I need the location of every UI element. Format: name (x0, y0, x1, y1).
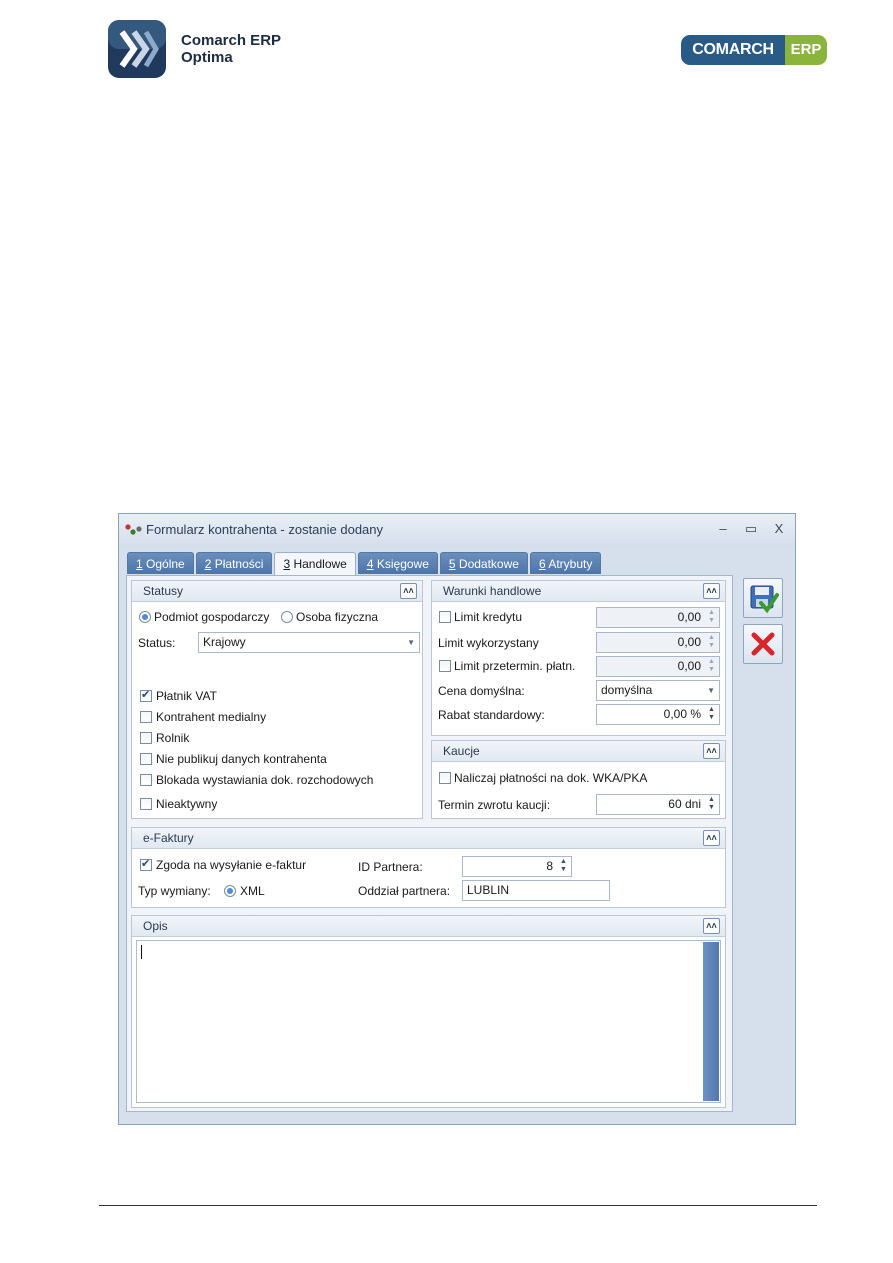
cena-domyslna-label: Cena domyślna: (438, 684, 525, 698)
termin-input[interactable]: 60 dni ▲ ▼ (596, 794, 720, 815)
window-title: Formularz kontrahenta - zostanie dodany (146, 522, 384, 537)
typ-wymiany-label: Typ wymiany: (138, 884, 211, 898)
opis-textarea[interactable] (136, 940, 721, 1103)
termin-label: Termin zwrotu kaucji: (438, 798, 551, 812)
spinner-icon[interactable]: ▲ ▼ (707, 706, 716, 723)
spinner-icon[interactable]: ▲ ▼ (707, 658, 716, 675)
efaktury-header: e-Faktury (132, 828, 725, 849)
chevron-double-up-icon[interactable]: ˄˄ (400, 583, 417, 599)
oddzial-partnera-input[interactable]: LUBLIN (462, 880, 610, 901)
statusy-header: Statusy (132, 581, 422, 602)
window-titlebar[interactable]: Formularz kontrahenta - zostanie dodany … (119, 514, 795, 546)
nieaktywny-checkbox[interactable] (140, 798, 152, 810)
spinner-icon[interactable]: ▲ ▼ (559, 858, 568, 875)
spinner-icon[interactable]: ▲ ▼ (707, 609, 716, 626)
chevron-double-up-icon[interactable]: ˄˄ (703, 830, 720, 846)
tab-atrybuty[interactable]: 6 Atrybuty (529, 552, 602, 574)
naliczaj-checkbox[interactable] (439, 772, 451, 784)
blokada-checkbox[interactable] (140, 774, 152, 786)
platnik-vat-checkbox[interactable] (140, 688, 152, 702)
tab-handlowe[interactable]: 3 Handlowe (274, 552, 356, 576)
nie-publikuj-label: Nie publikuj danych kontrahenta (156, 752, 327, 766)
dropdown-arrow-icon: ▼ (407, 638, 415, 647)
limit-przetermin-input[interactable]: 0,00 ▲ ▼ (596, 656, 720, 677)
logo-text: Comarch ERP Optima (181, 32, 282, 66)
minimize-button[interactable]: – (713, 520, 733, 538)
limit-przetermin-label: Limit przetermin. płatn. (454, 659, 576, 673)
kaucje-group: Kaucje ˄˄ Naliczaj płatności na dok. WKA… (431, 740, 726, 819)
status-select[interactable]: Krajowy ▼ (198, 632, 420, 653)
text-caret (141, 945, 142, 959)
tab-ksiegowe[interactable]: 4 Księgowe (357, 552, 438, 574)
contractor-form-window: Formularz kontrahenta - zostanie dodany … (118, 513, 796, 1125)
comarch-logo-mark-icon (108, 20, 166, 78)
id-partnera-label: ID Partnera: (358, 860, 423, 874)
spinner-icon[interactable]: ▲ ▼ (707, 796, 716, 813)
tab-dodatkowe[interactable]: 5 Dodatkowe (439, 552, 528, 574)
opis-header: Opis (132, 916, 725, 937)
rolnik-checkbox[interactable] (140, 732, 152, 744)
status-label: Status: (138, 636, 176, 650)
cena-domyslna-select[interactable]: domyślna ▼ (596, 680, 720, 701)
kaucje-header: Kaucje (432, 741, 725, 762)
radio-xml-label: XML (240, 884, 265, 898)
kontrahent-medialny-checkbox[interactable] (140, 711, 152, 723)
warunki-handlowe-group: Warunki handlowe ˄˄ Limit kredytu 0,00 ▲… (431, 580, 726, 736)
logo-erp-text: ERP (785, 35, 827, 65)
app-icon (125, 524, 142, 535)
limit-kredytu-checkbox[interactable] (439, 611, 451, 623)
rabat-input[interactable]: 0,00 % ▲ ▼ (596, 704, 720, 725)
tab-ogolne[interactable]: 1 Ogólne (127, 552, 194, 574)
nie-publikuj-checkbox[interactable] (140, 753, 152, 765)
blokada-label: Blokada wystawiania dok. rozchodowych (156, 773, 374, 787)
comarch-erp-optima-logo: Comarch ERP Optima (108, 20, 288, 78)
radio-podmiot-label: Podmiot gospodarczy (154, 610, 270, 624)
opis-group: Opis ˄˄ (131, 915, 726, 1108)
logo-comarch-text: COMARCH (681, 35, 785, 65)
limit-przetermin-checkbox[interactable] (439, 660, 451, 672)
save-disk-check-icon (750, 585, 779, 614)
naliczaj-label: Naliczaj płatności na dok. WKA/PKA (454, 771, 648, 785)
limit-kredytu-label: Limit kredytu (454, 610, 523, 624)
limit-wykorzystany-input: 0,00 ▲ ▼ (596, 632, 720, 653)
tab-platnosci[interactable]: 2 Płatności (195, 552, 273, 574)
maximize-button[interactable]: ▭ (741, 520, 761, 538)
rolnik-label: Rolnik (156, 731, 190, 745)
close-button[interactable]: X (769, 520, 789, 538)
limit-wykorzystany-label: Limit wykorzystany (438, 636, 539, 650)
limit-kredytu-input[interactable]: 0,00 ▲ ▼ (596, 607, 720, 628)
radio-osoba-fizyczna[interactable] (281, 611, 293, 623)
nieaktywny-label: Nieaktywny (156, 797, 218, 811)
platnik-vat-label: Płatnik VAT (156, 689, 217, 703)
efaktury-group: e-Faktury ˄˄ Zgoda na wysyłanie e-faktur… (131, 827, 726, 908)
chevron-double-up-icon[interactable]: ˄˄ (703, 743, 720, 759)
red-x-icon (751, 632, 775, 656)
radio-xml[interactable] (224, 885, 236, 897)
comarch-erp-badge-logo: COMARCH ERP (681, 35, 827, 65)
radio-osoba-label: Osoba fizyczna (296, 610, 379, 624)
tab-bar: 1 Ogólne 2 Płatności 3 Handlowe 4 Księgo… (127, 552, 603, 576)
kontrahent-medialny-label: Kontrahent medialny (156, 710, 267, 724)
save-button[interactable] (743, 578, 783, 618)
rabat-label: Rabat standardowy: (438, 708, 545, 722)
tab-content-handlowe: Statusy ˄˄ Podmiot gospodarczy Osoba fiz… (126, 575, 733, 1112)
vertical-scrollbar[interactable] (703, 942, 719, 1101)
id-partnera-input[interactable]: 8 ▲ ▼ (462, 856, 572, 877)
zgoda-efaktur-label: Zgoda na wysyłanie e-faktur (156, 858, 307, 872)
oddzial-partnera-label: Oddział partnera: (358, 884, 451, 898)
page-footer-rule (99, 1205, 817, 1206)
warunki-header: Warunki handlowe (432, 581, 725, 602)
chevron-double-up-icon[interactable]: ˄˄ (703, 583, 720, 599)
spinner-icon: ▲ ▼ (708, 634, 715, 649)
radio-podmiot-gospodarczy[interactable] (139, 611, 151, 623)
dropdown-arrow-icon: ▼ (707, 686, 715, 695)
cancel-button[interactable] (743, 624, 783, 664)
chevron-double-up-icon[interactable]: ˄˄ (703, 918, 720, 934)
zgoda-efaktur-checkbox[interactable] (140, 857, 152, 871)
statusy-group: Statusy ˄˄ Podmiot gospodarczy Osoba fiz… (131, 580, 423, 819)
